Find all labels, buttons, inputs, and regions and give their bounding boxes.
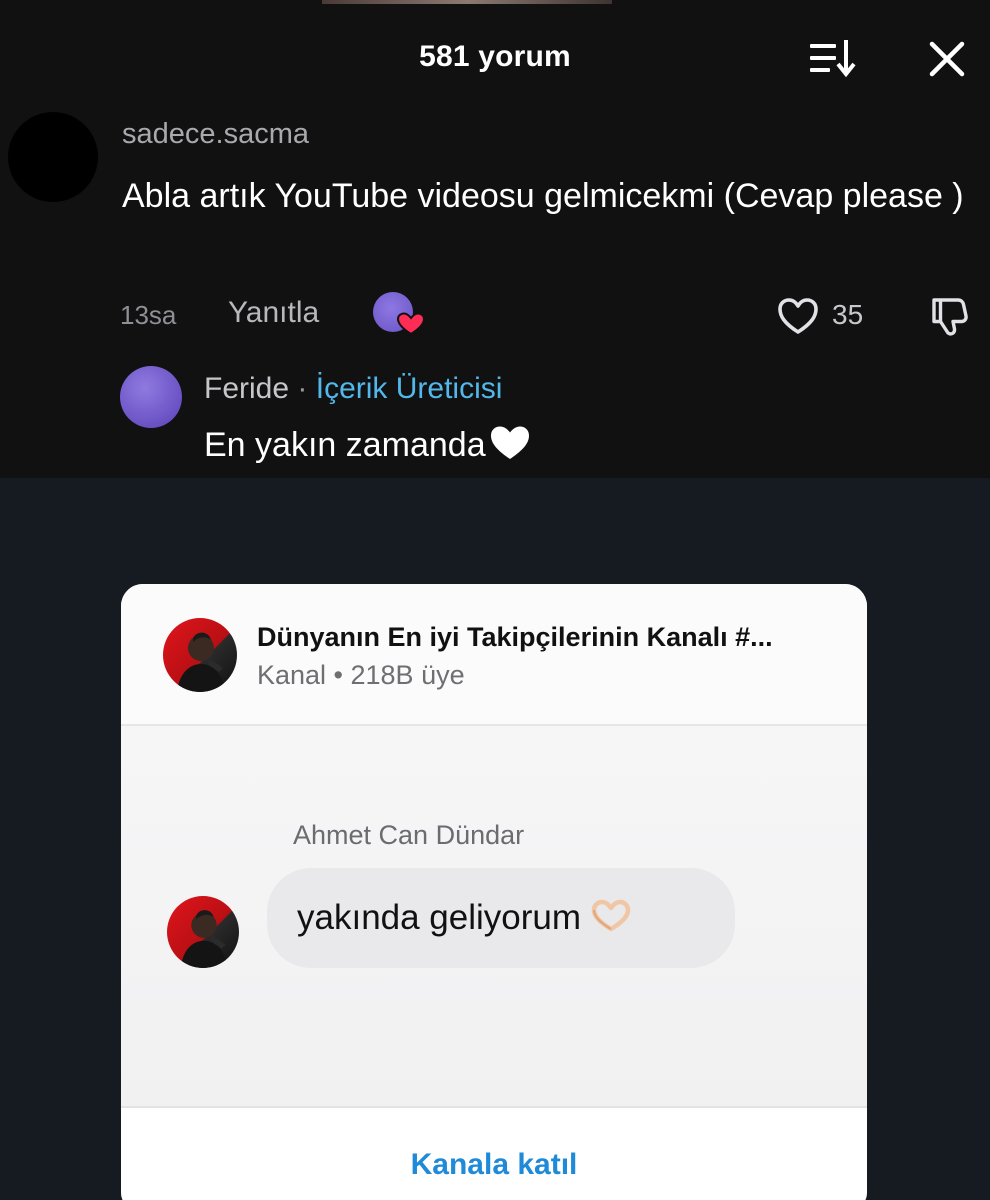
sender-avatar xyxy=(167,896,239,968)
person-photo-icon xyxy=(177,632,225,692)
message-text-line: yakında geliyorum xyxy=(297,898,631,938)
reply-header: Feride · İçerik Üreticisi xyxy=(204,372,502,406)
close-icon[interactable] xyxy=(924,36,970,82)
comment-username[interactable]: sadece.sacma xyxy=(122,118,309,151)
creator-avatar[interactable] xyxy=(120,366,182,428)
comment-text: Abla artık YouTube videosu gelmicekmi (C… xyxy=(122,177,964,215)
channel-title: Dünyanın En iyi Takipçilerinin Kanalı #.… xyxy=(257,622,773,652)
heart-hands-emoji-icon xyxy=(591,899,631,932)
message-text: yakında geliyorum xyxy=(297,898,582,937)
like-count: 35 xyxy=(832,299,864,330)
comments-sheet: 581 yorum sadece.sacma Abla artık YouTub… xyxy=(0,0,990,478)
commenter-avatar[interactable] xyxy=(8,112,98,202)
channel-avatar xyxy=(163,618,237,692)
channel-header[interactable]: Dünyanın En iyi Takipçilerinin Kanalı #.… xyxy=(121,584,867,724)
message-preview-area: Ahmet Can Dündar yakında geliyorum xyxy=(121,726,867,1106)
white-heart-emoji-icon xyxy=(490,426,529,459)
reply-text-line: En yakın zamanda xyxy=(204,424,532,465)
heart-badge-icon xyxy=(396,312,426,336)
creator-badge: İçerik Üreticisi xyxy=(315,372,503,405)
reply-author[interactable]: Feride xyxy=(204,372,289,405)
message-sender: Ahmet Can Dündar xyxy=(293,820,525,850)
message-bubble: yakında geliyorum xyxy=(267,868,735,968)
comment-timestamp: 13sa xyxy=(120,300,177,330)
join-channel-label: Kanala katıl xyxy=(410,1148,578,1181)
channel-subtitle: Kanal • 218B üye xyxy=(257,660,465,690)
dislike-icon[interactable] xyxy=(928,294,974,338)
reply-text: En yakın zamanda xyxy=(204,426,486,464)
channel-card: Dünyanın En iyi Takipçilerinin Kanalı #.… xyxy=(121,584,867,1200)
like-heart-icon[interactable] xyxy=(776,296,820,336)
person-photo-icon xyxy=(180,910,228,968)
video-thumbnail-edge xyxy=(322,0,612,4)
comments-header: 581 yorum xyxy=(0,30,990,84)
join-channel-button[interactable]: Kanala katıl xyxy=(121,1108,867,1200)
reply-button[interactable]: Yanıtla xyxy=(228,296,319,330)
sort-icon[interactable] xyxy=(808,36,860,80)
reply-separator: · xyxy=(297,372,308,405)
